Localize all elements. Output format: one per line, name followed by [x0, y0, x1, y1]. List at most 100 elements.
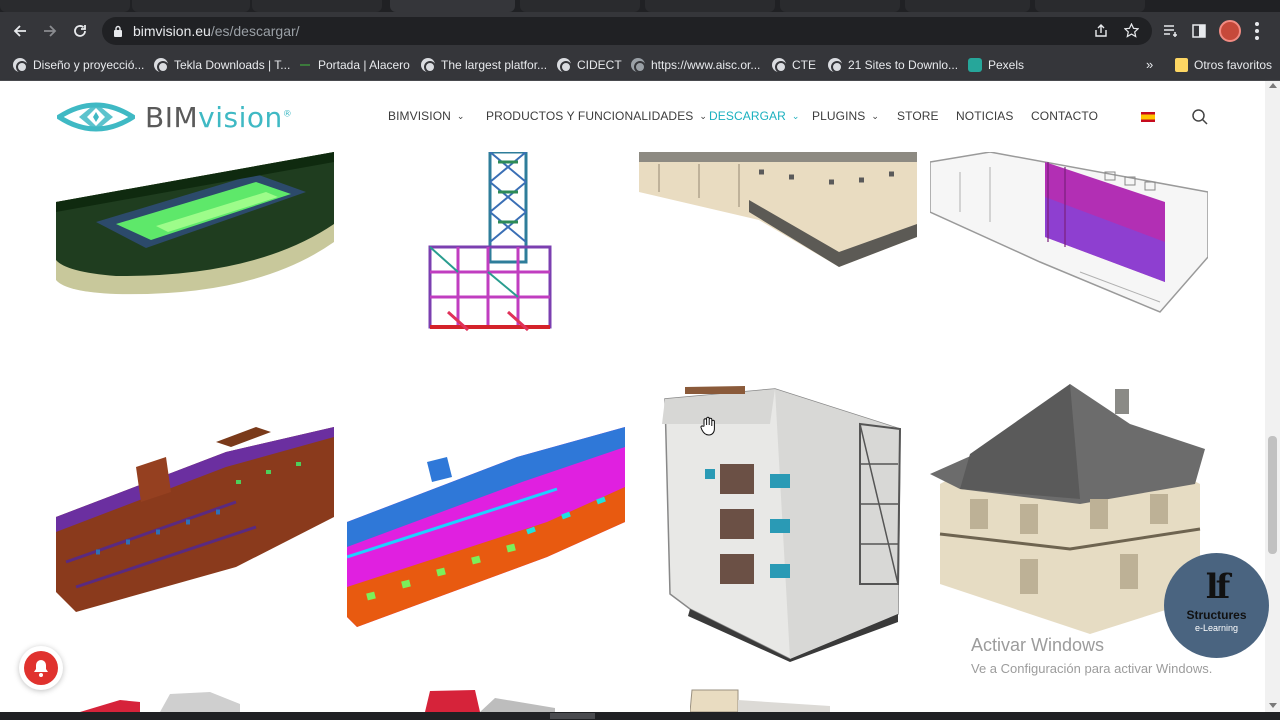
model-thumbnail[interactable]	[395, 688, 555, 712]
browser-tab[interactable]	[520, 0, 640, 12]
bimvision-eye-logo-icon	[57, 102, 135, 132]
bookmark-label: 21 Sites to Downlo...	[848, 58, 959, 72]
taskbar-strip	[0, 712, 1280, 720]
browser-tab[interactable]	[905, 0, 1030, 12]
bookmark-star-icon[interactable]	[1124, 23, 1139, 38]
model-thumbnail[interactable]	[347, 427, 625, 629]
model-thumbnail[interactable]	[930, 152, 1208, 317]
nav-noticias[interactable]: NOTICIAS	[956, 109, 1013, 123]
model-thumbnail[interactable]	[428, 152, 552, 337]
scroll-down-arrow-icon[interactable]	[1269, 703, 1277, 708]
bell-icon	[34, 660, 48, 677]
hand-cursor-icon	[700, 416, 715, 436]
forward-button[interactable]	[38, 19, 62, 43]
browser-tab[interactable]	[780, 0, 900, 12]
nav-label: NOTICIAS	[956, 109, 1014, 123]
nav-label: DESCARGAR	[709, 109, 786, 123]
bookmark-item[interactable]: The largest platfor...	[421, 55, 547, 75]
browser-tab[interactable]	[1035, 0, 1145, 12]
model-thumbnail[interactable]	[660, 384, 902, 662]
badge-title: Structures	[1186, 608, 1247, 622]
address-bar[interactable]: bimvision.eu/es/descargar/	[102, 17, 1152, 45]
model-thumbnail[interactable]	[56, 422, 334, 614]
globe-icon	[557, 58, 572, 73]
bookmark-item[interactable]: Tekla Downloads | T...	[154, 55, 290, 75]
notification-bell-button[interactable]	[19, 646, 63, 690]
side-panel-button[interactable]	[1187, 19, 1211, 43]
alacero-icon	[298, 58, 312, 72]
bookmark-label: Diseño y proyecció...	[33, 58, 145, 72]
bookmark-item[interactable]: 21 Sites to Downlo...	[828, 55, 958, 75]
browser-tab-strip	[0, 0, 1280, 12]
model-thumbnail[interactable]	[80, 690, 260, 712]
bookmark-item[interactable]: CIDECT	[557, 55, 622, 75]
profile-avatar[interactable]	[1219, 20, 1241, 42]
reload-button[interactable]	[68, 19, 92, 43]
share-icon[interactable]	[1094, 24, 1108, 38]
more-bookmarks-button[interactable]: »	[1146, 57, 1153, 72]
bookmark-item[interactable]: Pexels	[968, 55, 1024, 75]
nav-plugins[interactable]: PLUGINS ⌄	[812, 109, 879, 123]
back-button[interactable]	[8, 19, 32, 43]
browser-tab[interactable]	[132, 0, 250, 12]
forward-arrow-icon	[44, 25, 57, 37]
bimvision-logo[interactable]: BIMvision®	[57, 99, 292, 135]
browser-tab[interactable]	[252, 0, 382, 12]
browser-tab[interactable]	[645, 0, 775, 12]
badge-subtitle: e-Learning	[1194, 623, 1239, 633]
bookmark-item[interactable]: Portada | Alacero	[298, 55, 410, 75]
model-thumbnail[interactable]	[639, 152, 917, 270]
site-search-button[interactable]	[1191, 108, 1209, 126]
scroll-up-arrow-icon[interactable]	[1269, 83, 1277, 88]
nav-label: PLUGINS	[812, 109, 866, 123]
spanish-flag-icon[interactable]	[1141, 112, 1155, 122]
bookmark-label: Tekla Downloads | T...	[174, 58, 291, 72]
nav-bimvision[interactable]: BIMVISION ⌄	[388, 109, 465, 123]
browser-menu-button[interactable]	[1255, 22, 1259, 40]
reading-list-icon	[1163, 25, 1177, 37]
bookmark-item[interactable]: Diseño y proyecció...	[13, 55, 144, 75]
taskbar-segment	[550, 713, 595, 719]
reload-icon	[74, 25, 86, 37]
badge-logo-mark: lf	[1205, 567, 1231, 607]
bookmark-label: Otros favoritos	[1194, 58, 1273, 72]
bookmark-label: Portada | Alacero	[318, 58, 410, 72]
browser-tab-active[interactable]	[390, 0, 515, 12]
url-text: bimvision.eu/es/descargar/	[133, 23, 300, 39]
bookmark-label: The largest platfor...	[441, 58, 548, 72]
globe-icon	[154, 58, 169, 73]
site-header: BIMvision® BIMVISION ⌄ PRODUCTOS Y FUNCIO…	[0, 81, 1265, 152]
logo-prefix: BIM	[145, 100, 199, 134]
chevron-down-icon: ⌄	[456, 110, 465, 121]
other-bookmarks-folder[interactable]: Otros favoritos	[1175, 55, 1272, 75]
nav-label: PRODUCTOS Y FUNCIONALIDADES	[486, 109, 694, 123]
download-gallery	[0, 152, 1265, 712]
aisc-icon	[631, 58, 646, 73]
model-thumbnail[interactable]	[690, 688, 830, 712]
windows-activation-watermark: Activar Windows Ve a Configuración para …	[971, 635, 1212, 676]
logo-wordmark: BIMvision®	[145, 101, 292, 134]
globe-icon	[421, 58, 436, 73]
side-panel-icon	[1192, 24, 1206, 38]
structures-elearning-badge: lf Structures e-Learning	[1164, 553, 1269, 658]
nav-productos[interactable]: PRODUCTOS Y FUNCIONALIDADES ⌄	[486, 109, 707, 123]
bookmark-item[interactable]: CTE	[772, 55, 816, 75]
nav-store[interactable]: STORE	[897, 109, 939, 123]
back-arrow-icon	[13, 25, 26, 37]
search-icon	[1192, 109, 1208, 125]
lock-icon[interactable]	[113, 25, 123, 37]
reading-list-button[interactable]	[1158, 19, 1182, 43]
model-thumbnail[interactable]	[56, 152, 334, 297]
logo-registered-mark: ®	[282, 109, 293, 120]
nav-label: STORE	[897, 109, 939, 123]
scrollbar-thumb[interactable]	[1268, 436, 1277, 554]
bookmark-label: CIDECT	[577, 58, 622, 72]
bookmark-label: https://www.aisc.or...	[651, 58, 761, 72]
nav-descargar[interactable]: DESCARGAR ⌄	[709, 109, 800, 123]
pexels-icon	[968, 58, 982, 72]
browser-toolbar: bimvision.eu/es/descargar/	[0, 12, 1280, 50]
browser-tab[interactable]	[0, 0, 130, 12]
bookmark-item[interactable]: https://www.aisc.or...	[631, 55, 760, 75]
chevron-down-icon: ⌄	[699, 110, 708, 121]
nav-contacto[interactable]: CONTACTO	[1031, 109, 1098, 123]
